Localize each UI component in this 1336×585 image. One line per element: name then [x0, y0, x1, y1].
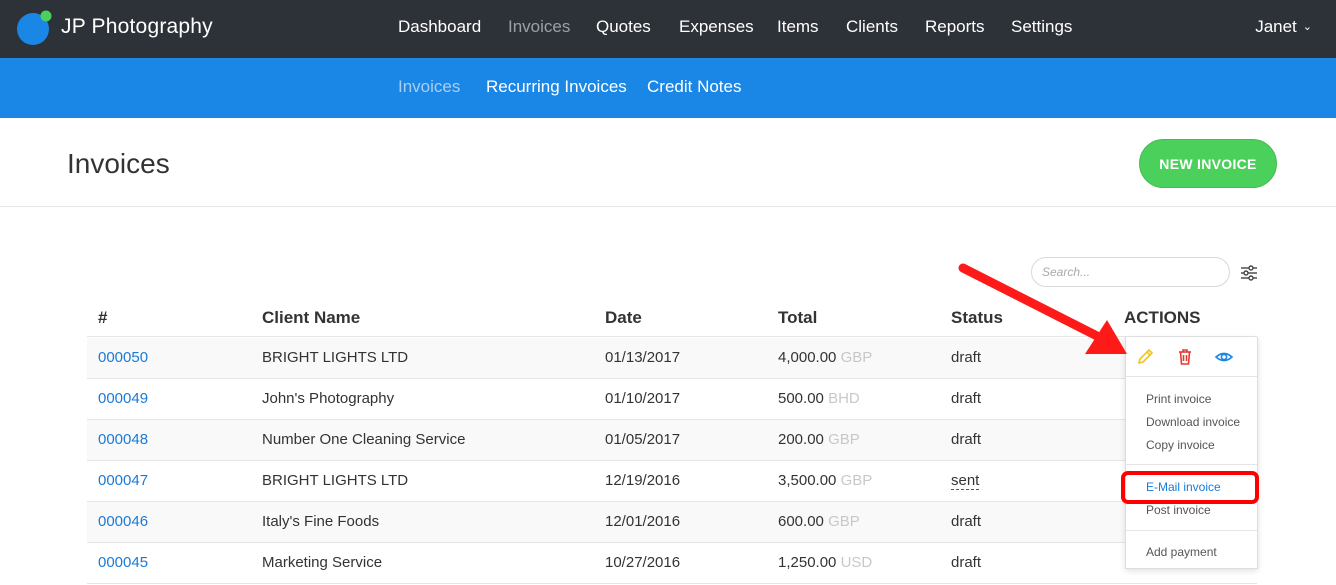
main-nav: Dashboard Invoices Quotes Expenses Items…: [0, 0, 1336, 58]
table-row[interactable]: 000048 Number One Cleaning Service 01/05…: [87, 420, 1257, 461]
col-total[interactable]: Total: [778, 308, 817, 328]
col-number[interactable]: #: [98, 308, 107, 328]
new-invoice-button[interactable]: NEW INVOICE: [1139, 139, 1277, 188]
amount: 4,000.00: [778, 349, 837, 366]
invoice-total: 500.00 BHD: [778, 390, 860, 407]
invoice-date: 10/27/2016: [605, 554, 681, 571]
actions-dropdown: Print invoice Download invoice Copy invo…: [1125, 337, 1258, 569]
menu-copy-invoice[interactable]: Copy invoice: [1146, 438, 1215, 452]
invoice-total: 200.00 GBP: [778, 431, 860, 448]
page-title: Invoices: [67, 148, 170, 179]
client-name: BRIGHT LIGHTS LTD: [262, 472, 409, 489]
invoice-date: 01/13/2017: [605, 349, 681, 366]
invoice-number-link[interactable]: 000046: [98, 513, 148, 530]
invoice-date: 01/10/2017: [605, 390, 681, 407]
red-arrow-annotation: [958, 263, 1127, 354]
col-actions: ACTIONS: [1124, 308, 1201, 327]
nav-items[interactable]: Items: [777, 17, 819, 37]
amount: 1,250.00: [778, 554, 837, 571]
status-sent-text: sent: [951, 472, 980, 490]
status-badge[interactable]: sent: [951, 472, 980, 490]
invoice-total: 3,500.00 GBP: [778, 472, 872, 489]
table-row[interactable]: 000047 BRIGHT LIGHTS LTD 12/19/2016 3,50…: [87, 461, 1257, 502]
subnav-credit-notes[interactable]: Credit Notes: [647, 77, 741, 97]
trash-icon[interactable]: [1175, 347, 1195, 367]
menu-divider: [1126, 464, 1257, 465]
col-date[interactable]: Date: [605, 308, 642, 328]
currency: GBP: [828, 431, 860, 448]
menu-post-invoice[interactable]: Post invoice: [1146, 503, 1211, 517]
subnav-invoices[interactable]: Invoices: [398, 77, 460, 97]
menu-add-payment[interactable]: Add payment: [1146, 545, 1217, 559]
currency: GBP: [828, 513, 860, 530]
email-invoice-highlight-box: [1121, 471, 1259, 504]
invoice-number-link[interactable]: 000049: [98, 390, 148, 407]
menu-print-invoice[interactable]: Print invoice: [1146, 392, 1211, 406]
currency: USD: [840, 554, 873, 571]
status-badge: draft: [951, 390, 982, 407]
nav-dashboard[interactable]: Dashboard: [398, 17, 481, 37]
top-navbar: JP Photography Dashboard Invoices Quotes…: [0, 0, 1336, 58]
user-name: Janet: [1255, 17, 1297, 36]
invoice-total: 1,250.00 USD: [778, 554, 872, 571]
actions-icon-bar: [1126, 337, 1257, 377]
user-menu[interactable]: Janet ⌄: [1255, 17, 1312, 37]
menu-divider: [1126, 530, 1257, 531]
client-name: Number One Cleaning Service: [262, 431, 466, 448]
nav-settings[interactable]: Settings: [1011, 17, 1072, 37]
currency: BHD: [828, 390, 860, 407]
status-badge: draft: [951, 554, 982, 571]
client-name: Italy's Fine Foods: [262, 513, 380, 530]
invoice-number-link[interactable]: 000050: [98, 349, 148, 366]
amount: 500.00: [778, 390, 824, 407]
amount: 3,500.00: [778, 472, 837, 489]
invoice-total: 600.00 GBP: [778, 513, 860, 530]
invoice-number-link[interactable]: 000045: [98, 554, 148, 571]
nav-quotes[interactable]: Quotes: [596, 17, 651, 37]
page-header: Invoices NEW INVOICE: [0, 118, 1336, 207]
status-badge: draft: [951, 513, 982, 530]
client-name: BRIGHT LIGHTS LTD: [262, 349, 409, 366]
nav-expenses[interactable]: Expenses: [679, 17, 754, 37]
invoice-total: 4,000.00 GBP: [778, 349, 872, 366]
invoice-date: 01/05/2017: [605, 431, 681, 448]
client-name: John's Photography: [262, 390, 395, 407]
invoice-number-link[interactable]: 000048: [98, 431, 148, 448]
nav-reports[interactable]: Reports: [925, 17, 985, 37]
table-row[interactable]: 000045 Marketing Service 10/27/2016 1,25…: [87, 543, 1257, 584]
sub-navbar: Invoices Recurring Invoices Credit Notes: [0, 58, 1336, 118]
nav-invoices[interactable]: Invoices: [508, 17, 570, 37]
table-row[interactable]: 000049 John's Photography 01/10/2017 500…: [87, 379, 1257, 420]
menu-download-invoice[interactable]: Download invoice: [1146, 415, 1240, 429]
currency: GBP: [840, 349, 873, 366]
currency: GBP: [840, 472, 873, 489]
nav-clients[interactable]: Clients: [846, 17, 898, 37]
subnav-recurring-invoices[interactable]: Recurring Invoices: [486, 77, 627, 97]
col-client-name[interactable]: Client Name: [262, 308, 360, 328]
invoice-number-link[interactable]: 000047: [98, 472, 148, 489]
amount: 200.00: [778, 431, 824, 448]
client-name: Marketing Service: [262, 554, 383, 571]
filter-sliders-icon[interactable]: [1240, 264, 1258, 282]
status-badge: draft: [951, 431, 982, 448]
invoice-date: 12/19/2016: [605, 472, 681, 489]
eye-icon[interactable]: [1214, 347, 1234, 367]
amount: 600.00: [778, 513, 824, 530]
pencil-icon[interactable]: [1135, 347, 1155, 367]
invoice-date: 12/01/2016: [605, 513, 681, 530]
table-row[interactable]: 000046 Italy's Fine Foods 12/01/2016 600…: [87, 502, 1257, 543]
chevron-down-icon: ⌄: [1302, 21, 1312, 33]
